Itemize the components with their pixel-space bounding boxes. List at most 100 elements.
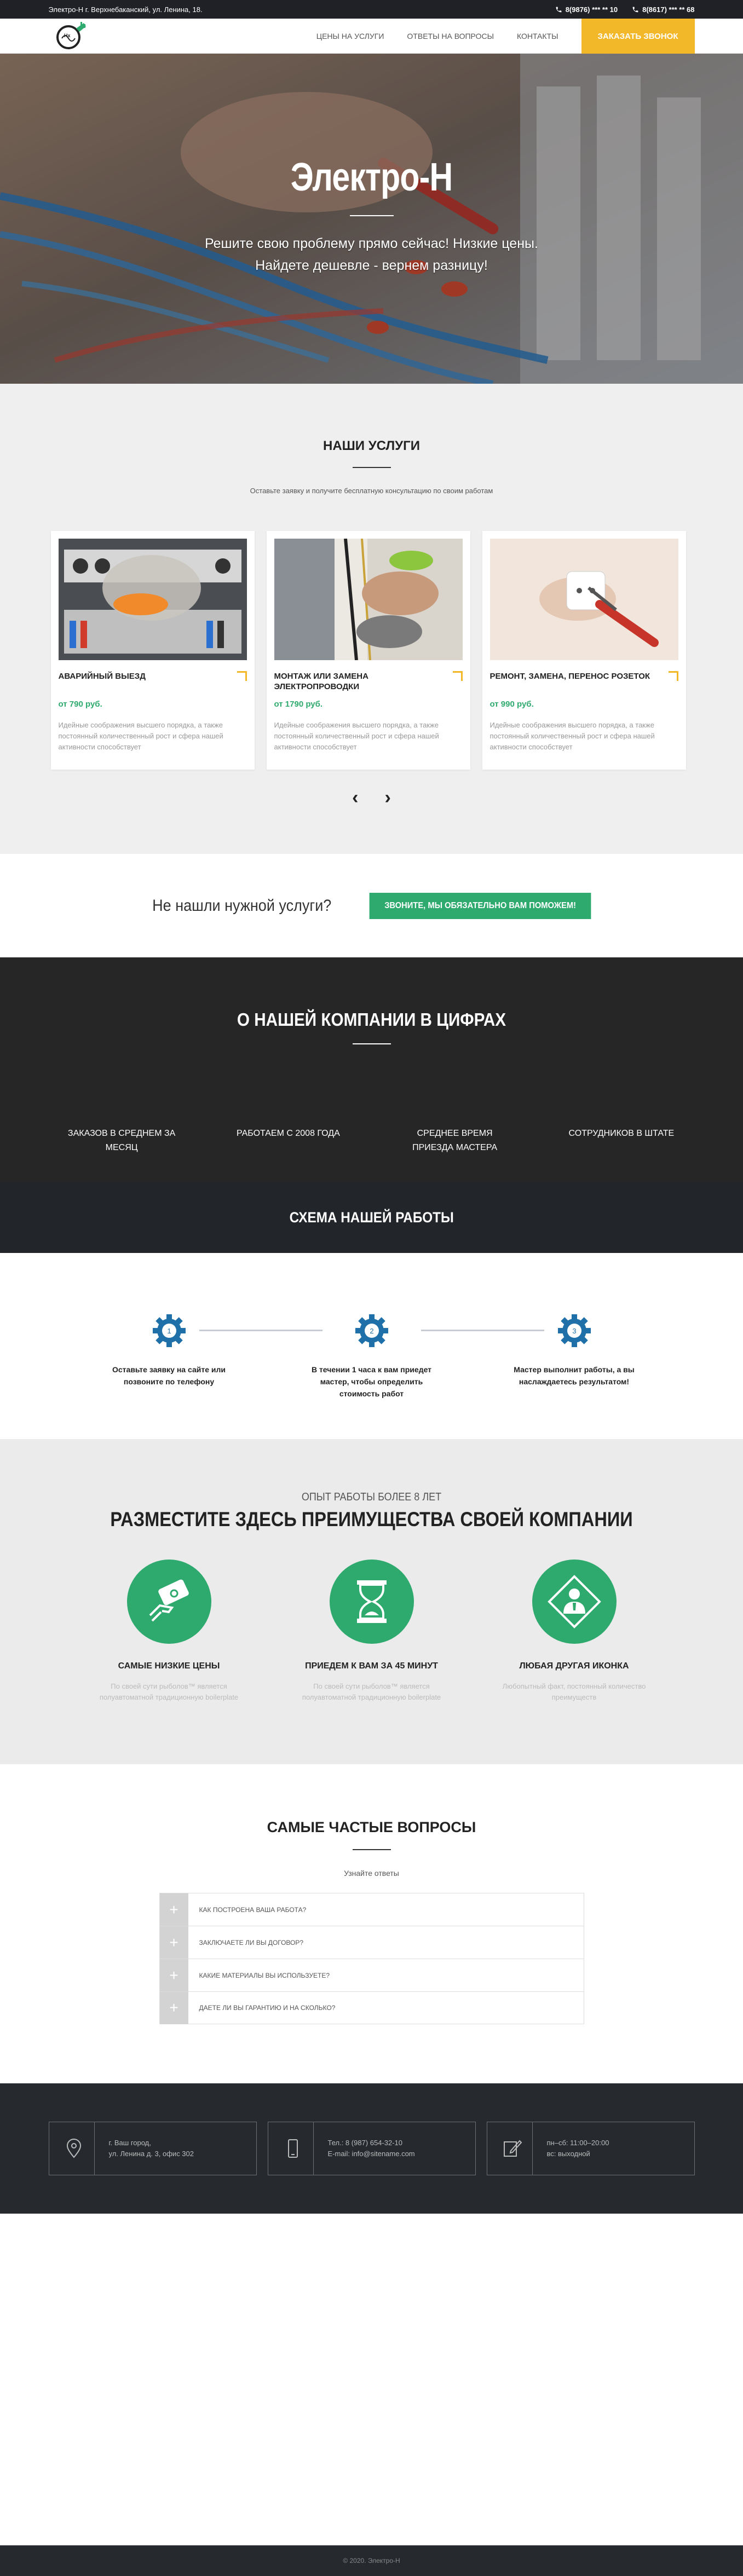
work-step: 3 Мастер выполнит работы, а вы наслаждае… [503,1313,646,1400]
site-logo[interactable]: Hx [49,20,93,53]
mobile-phone-icon [279,2135,307,2162]
plus-icon[interactable]: + [159,1991,188,2024]
plus-icon[interactable]: + [159,1893,188,1926]
phone-icon [632,7,638,12]
contact-phone[interactable]: Тел.: 8 (987) 654-32-10 [328,2138,415,2148]
phone-2[interactable]: 8(8617) *** ** 68 [632,5,695,14]
contacts-section: г. Ваш город, ул. Ленина д. 3, офис 302 … [0,2083,743,2214]
hours-weekdays: пн–сб: 11:00–20:00 [546,2139,609,2147]
site-header: Hx ЦЕНЫ НА УСЛУГИ ОТВЕТЫ НА ВОПРОСЫ КОНТ… [0,19,743,54]
faq-item[interactable]: + ДАЕТЕ ЛИ ВЫ ГАРАНТИЮ И НА СКОЛЬКО? [159,1991,584,2024]
phone-icon [556,7,562,12]
step-text: Оставьте заявку на сайте или позвоните п… [112,1365,226,1386]
hero-line-1: Решите свою проблему прямо сейчас! Низки… [205,236,538,251]
stat-item: ЗАКАЗОВ В СРЕДНЕМ ЗА МЕСЯЦ [67,1129,176,1152]
service-card[interactable]: МОНТАЖ ИЛИ ЗАМЕНА ЭЛЕКТРОПРОВОДКИ от 179… [266,531,470,770]
faq-divider [352,1849,391,1850]
nav-prices[interactable]: ЦЕНЫ НА УСЛУГИ [316,32,384,41]
cta-call-button[interactable]: ЗВОНИТЕ, МЫ ОБЯЗАТЕЛЬНО ВАМ ПОМОЖЕМ! [369,892,591,919]
advantage-item: САМЫЕ НИЗКИЕ ЦЕНЫ По своей сути рыболов™… [87,1560,251,1703]
cta-section: Не нашли нужной услуги? ЗВОНИТЕ, МЫ ОБЯЗ… [0,854,743,957]
step-number: 2 [370,1327,373,1335]
faq-item[interactable]: + ЗАКЛЮЧАЕТЕ ЛИ ВЫ ДОГОВОР? [159,1926,584,1959]
services-title: НАШИ УСЛУГИ [323,438,420,453]
service-image-wiring [274,539,463,660]
advantage-title: ЛЮБАЯ ДРУГАЯ ИКОНКА [519,1661,629,1671]
advantage-item: ЛЮБАЯ ДРУГАЯ ИКОНКА Любопытный факт, пос… [492,1560,656,1703]
hero-divider [349,215,394,216]
service-title: РЕМОНТ, ЗАМЕНА, ПЕРЕНОС РОЗЕТОК [489,672,650,681]
work-step: 1 Оставьте заявку на сайте или позвоните… [98,1313,240,1400]
site-footer: © 2020. Электро-Н [0,2545,743,2576]
order-call-button[interactable]: ЗАКАЗАТЬ ЗВОНОК [581,19,695,54]
stat-item: РАБОТАЕМ С 2008 ГОДА [236,1129,340,1138]
advantages-kicker: ОПЫТ РАБОТЫ БОЛЕЕ 8 ЛЕТ [301,1491,442,1503]
top-address: Электро-Н г. Верхнебаканский, ул. Ленина… [48,5,203,14]
hero-line-2: Найдете дешевле - вернем разницу! [255,258,488,273]
faq-subtitle: Узнайте ответы [344,1869,399,1878]
cta-question: Не нашли нужной услуги? [152,896,331,915]
corner-decoration [237,671,247,681]
step-number: 1 [167,1327,171,1335]
carousel-prev-icon[interactable]: ‹ [352,787,358,808]
faq-item[interactable]: + КАКИЕ МАТЕРИАЛЫ ВЫ ИСПОЛЬЗУЕТЕ? [159,1959,584,1991]
address-line-2: ул. Ленина д. 3, офис 302 [108,2150,194,2158]
advantage-description: Любопытный факт, постоянный количество п… [502,1682,646,1701]
stat-item: СОТРУДНИКОВ В ШТАТЕ [568,1129,675,1138]
service-image-emergency [58,539,247,660]
hero-title: Электро-Н [290,155,453,199]
advantage-title: САМЫЕ НИЗКИЕ ЦЕНЫ [118,1661,220,1671]
gear-icon: 2 [354,1313,389,1348]
phone-2-text: 8(8617) *** ** 68 [642,5,695,14]
advantage-item: ПРИЕДЕМ К ВАМ ЗА 45 МИНУТ По своей сути … [290,1560,454,1703]
service-price: от 790 руб. [58,700,102,709]
phone-1-text: 8(9876) *** ** 10 [565,5,618,14]
faq-item[interactable]: + КАК ПОСТРОЕНА ВАША РАБОТА? [159,1893,584,1926]
money-hand-icon [126,1560,211,1644]
faq-section: САМЫЕ ЧАСТЫЕ ВОПРОСЫ Узнайте ответы + КА… [0,1764,743,2083]
corner-decoration [668,671,678,681]
svg-text:Hx: Hx [64,33,71,38]
service-card[interactable]: АВАРИЙНЫЙ ВЫЕЗД от 790 руб. Идейные сооб… [50,531,255,770]
services-subtitle: Оставьте заявку и получите бесплатную ко… [250,487,493,495]
copyright: © 2020. Электро-Н [343,2557,400,2565]
service-card[interactable]: РЕМОНТ, ЗАМЕНА, ПЕРЕНОС РОЗЕТОК от 990 р… [482,531,686,770]
step-text: Мастер выполнит работы, а вы наслаждаете… [514,1365,635,1386]
service-price: от 990 руб. [489,700,534,709]
nav-faq[interactable]: ОТВЕТЫ НА ВОПРОСЫ [407,32,494,41]
service-title: АВАРИЙНЫЙ ВЫЕЗД [58,672,146,681]
work-step: 2 В течении 1 часа к вам приедет мастер,… [301,1313,443,1400]
address-line-1: г. Ваш город, [108,2139,151,2147]
advantage-title: ПРИЕДЕМ К ВАМ ЗА 45 МИНУТ [305,1661,438,1671]
advantages-section: ОПЫТ РАБОТЫ БОЛЕЕ 8 ЛЕТ РАЗМЕСТИТЕ ЗДЕСЬ… [0,1439,743,1764]
hours-sunday: вс: выходной [546,2150,590,2158]
hourglass-icon [329,1560,414,1644]
stats-section: О НАШЕЙ КОМПАНИИ В ЦИФРАХ ЗАКАЗОВ В СРЕД… [0,957,743,1182]
gear-icon: 1 [152,1313,187,1348]
step-number: 3 [572,1327,576,1335]
service-description: Идейные соображения высшего порядка, а т… [489,721,655,751]
corner-decoration [452,671,463,681]
plus-icon[interactable]: + [159,1926,188,1959]
services-divider [352,467,391,468]
map-pin-icon [60,2135,88,2162]
faq-title: САМЫЕ ЧАСТЫЕ ВОПРОСЫ [267,1819,476,1835]
contact-email[interactable]: E-mail: info@sitename.com [328,2148,415,2159]
contact-hours-box: пн–сб: 11:00–20:00 вс: выходной [486,2122,695,2175]
faq-question: КАК ПОСТРОЕНА ВАША РАБОТА? [199,1905,307,1914]
service-description: Идейные соображения высшего порядка, а т… [58,721,223,751]
carousel-next-icon[interactable]: › [385,787,391,808]
service-title: МОНТАЖ ИЛИ ЗАМЕНА ЭЛЕКТРОПРОВОДКИ [274,672,368,691]
user-badge-icon [532,1560,617,1644]
advantage-description: По своей сути рыболов™ является полуавто… [99,1682,239,1701]
nav-contacts[interactable]: КОНТАКТЫ [517,32,558,41]
phone-1[interactable]: 8(9876) *** ** 10 [555,5,618,14]
empty-area [0,2214,743,2545]
plus-icon[interactable]: + [159,1959,188,1991]
edit-note-icon [498,2135,526,2162]
step-text: В течении 1 часа к вам приедет мастер, ч… [311,1365,432,1398]
scheme-title: СХЕМА НАШЕЙ РАБОТЫ [289,1209,454,1226]
service-description: Идейные соображения высшего порядка, а т… [274,721,439,751]
faq-question: ДАЕТЕ ЛИ ВЫ ГАРАНТИЮ И НА СКОЛЬКО? [199,2004,336,2012]
contact-address-box: г. Ваш город, ул. Ленина д. 3, офис 302 [48,2122,257,2175]
